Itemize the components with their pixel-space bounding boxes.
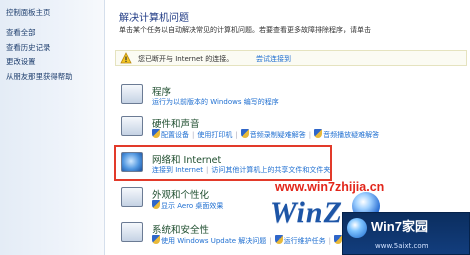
page-title: 解决计算机问题	[119, 13, 189, 24]
task-link-audio-record[interactable]: 音频录制疑难解答	[250, 131, 306, 139]
warning-icon	[120, 52, 132, 64]
task-link-run-old-programs[interactable]: 运行为以前版本的 Windows 编写的程序	[152, 98, 279, 106]
separator: |	[235, 131, 238, 139]
task-link-windows-update[interactable]: 使用 Windows Update 解决问题	[161, 237, 266, 245]
separator: |	[192, 131, 195, 139]
connection-notice-bar: 您已断开与 Internet 的连接。 尝试连接到	[115, 50, 467, 66]
left-nav-pane: 控制面板主页 查看全部 查看历史记录 更改设置 从朋友那里获得帮助	[0, 0, 105, 255]
shield-icon	[152, 235, 160, 244]
separator: |	[269, 237, 272, 245]
badge-title: Win7家园	[371, 219, 428, 234]
watermark-logo-text: WinZ	[270, 196, 343, 229]
sidebar-link-get-help-from-friend[interactable]: 从朋友那里获得帮助	[6, 71, 73, 82]
category-title[interactable]: 硬件和声音	[152, 116, 200, 130]
category-links: 运行为以前版本的 Windows 编写的程序	[152, 97, 279, 107]
badge-url: www.5aixt.com	[375, 242, 429, 250]
windows-logo-icon	[347, 218, 367, 238]
category-links: 配置设备 | 使用打印机 | 音频录制疑难解答 | 音频播放疑难解答	[152, 129, 379, 140]
shield-icon	[314, 129, 323, 138]
category-links: 使用 Windows Update 解决问题|运行维护任务|提高	[152, 235, 357, 246]
sidebar-link-control-panel-home[interactable]: 控制面板主页	[6, 7, 50, 18]
programs-icon	[121, 84, 143, 104]
separator: |	[328, 237, 331, 245]
sidebar-link-view-all[interactable]: 查看全部	[6, 27, 36, 38]
printer-icon	[121, 116, 143, 136]
task-link-configure-device[interactable]: 配置设备	[161, 131, 189, 139]
task-link-aero-effects[interactable]: 显示 Aero 桌面效果	[161, 202, 223, 210]
notice-text: 您已断开与 Internet 的连接。	[138, 55, 234, 63]
shield-icon	[334, 235, 342, 244]
task-link-use-printer[interactable]: 使用打印机	[197, 131, 232, 139]
page-description: 单击某个任务以自动解决常见的计算机问题。若要查看更多故障排除程序，请单击	[119, 26, 371, 34]
network-highlight-box	[114, 145, 332, 181]
try-connect-link[interactable]: 尝试连接到	[256, 54, 291, 64]
category-title[interactable]: 系统和安全性	[152, 222, 209, 236]
system-security-icon	[121, 222, 143, 242]
shield-icon	[274, 235, 283, 244]
shield-icon	[240, 129, 249, 138]
appearance-icon	[121, 187, 143, 207]
separator: |	[308, 131, 312, 139]
category-links: 显示 Aero 桌面效果	[152, 200, 223, 211]
shield-icon	[152, 129, 160, 138]
site-badge: Win7家园 www.5aixt.com	[342, 212, 470, 255]
sidebar-link-view-history[interactable]: 查看历史记录	[6, 42, 50, 53]
task-link-audio-play[interactable]: 音频播放疑难解答	[323, 131, 379, 139]
category-title[interactable]: 外观和个性化	[152, 187, 209, 201]
shield-icon	[152, 200, 160, 209]
category-title[interactable]: 程序	[152, 84, 171, 98]
task-link-maintenance[interactable]: 运行维护任务	[284, 237, 326, 245]
sidebar-link-change-settings[interactable]: 更改设置	[6, 56, 36, 67]
